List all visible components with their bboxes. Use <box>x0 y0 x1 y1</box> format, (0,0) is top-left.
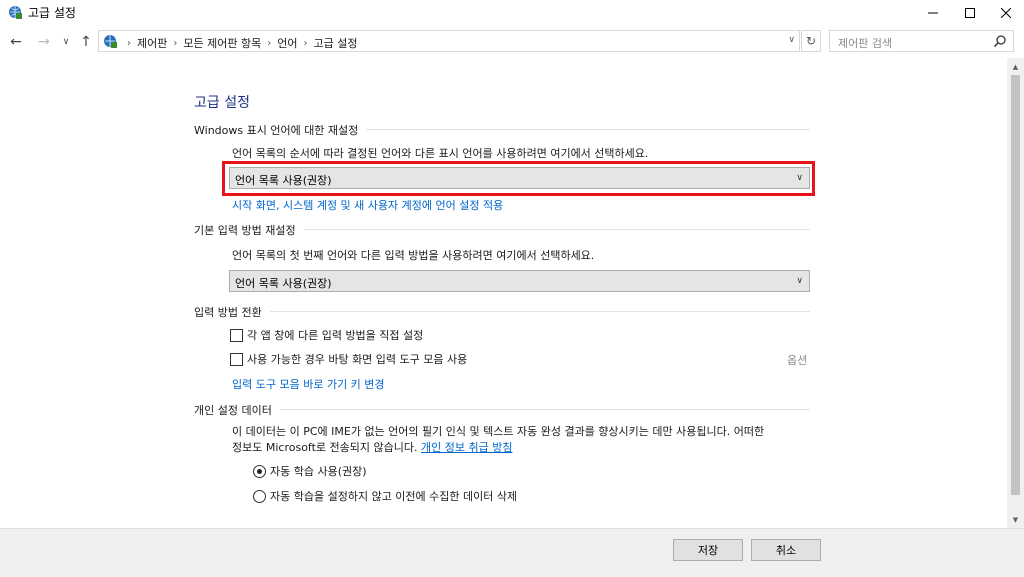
desktop-language-bar-label: 사용 가능한 경우 바탕 화면 입력 도구 모음 사용 <box>247 353 468 366</box>
scroll-thumb[interactable] <box>1011 75 1020 495</box>
up-button[interactable]: ↑ <box>76 32 96 52</box>
close-icon <box>1001 8 1011 18</box>
chevron-down-icon: ∨ <box>796 276 803 286</box>
title-bar: 고급 설정 <box>0 0 1024 26</box>
chevron-right-icon[interactable]: › <box>173 38 177 49</box>
section-personalization: 개인 설정 데이터 <box>194 402 810 418</box>
address-bar[interactable]: › 제어판 › 모든 제어판 항목 › 언어 › 고급 설정 ∨ <box>98 30 800 52</box>
breadcrumb-item-language[interactable]: 언어 <box>277 35 297 51</box>
chevron-right-icon: › <box>127 37 131 49</box>
no-learning-label: 자동 학습을 설정하지 않고 이전에 수집한 데이터 삭제 <box>270 490 518 503</box>
back-button[interactable]: ← <box>6 32 26 52</box>
search-icon[interactable] <box>993 34 1007 48</box>
chevron-right-icon[interactable]: › <box>303 38 307 49</box>
scroll-down-button[interactable]: ▼ <box>1007 511 1024 528</box>
caret-down-icon: ▼ <box>1012 515 1019 524</box>
chevron-right-icon[interactable]: › <box>267 38 271 49</box>
auto-learning-radio[interactable] <box>253 464 266 478</box>
back-icon: ← <box>10 34 22 50</box>
forward-button[interactable]: → <box>34 32 54 52</box>
page-title: 고급 설정 <box>194 95 250 111</box>
section-heading: 입력 방법 전환 <box>194 304 270 320</box>
search-placeholder: 제어판 검색 <box>838 37 893 50</box>
search-input[interactable]: 제어판 검색 <box>829 30 1014 52</box>
chevron-down-icon[interactable]: ∨ <box>788 35 795 45</box>
dropdown-value: 언어 목록 사용(권장) <box>235 174 332 187</box>
maximize-icon <box>965 8 975 18</box>
vertical-scrollbar[interactable]: ▲ ▼ <box>1007 58 1024 528</box>
section-heading: Windows 표시 언어에 대한 재설정 <box>194 122 367 138</box>
description-line: 정보도 Microsoft로 전송되지 않습니다. 개인 정보 취급 방침 <box>232 440 812 456</box>
description-text: 정보도 Microsoft로 전송되지 않습니다. <box>232 441 418 454</box>
forward-icon: → <box>38 34 50 50</box>
input-method-description: 언어 목록의 첫 번째 언어와 다른 입력 방법을 사용하려면 여기에서 선택하… <box>232 249 595 262</box>
per-app-input-checkbox-row[interactable]: 각 앱 창에 다른 입력 방법을 직접 설정 <box>230 327 423 343</box>
refresh-button[interactable]: ↻ <box>801 30 821 52</box>
description-line: 이 데이터는 이 PC에 IME가 없는 언어의 필기 인식 및 텍스트 자동 … <box>232 425 765 438</box>
personalization-description: 이 데이터는 이 PC에 IME가 없는 언어의 필기 인식 및 텍스트 자동 … <box>232 424 812 456</box>
save-button[interactable]: 저장 <box>673 539 743 561</box>
section-switching: 입력 방법 전환 <box>194 304 810 320</box>
recent-locations-button[interactable]: ∨ <box>56 32 76 52</box>
footer: 저장 취소 <box>0 528 1024 577</box>
divider <box>194 311 810 312</box>
section-heading: 개인 설정 데이터 <box>194 402 280 418</box>
auto-learning-label: 자동 학습 사용(권장) <box>270 465 367 478</box>
apply-language-settings-link[interactable]: 시작 화면, 시스템 계정 및 새 사용자 계정에 언어 설정 적용 <box>232 197 503 213</box>
refresh-icon: ↻ <box>805 34 817 48</box>
display-language-dropdown[interactable]: 언어 목록 사용(권장) ∨ <box>229 167 810 189</box>
dropdown-value: 언어 목록 사용(권장) <box>235 277 332 290</box>
desktop-language-bar-checkbox-row[interactable]: 사용 가능한 경우 바탕 화면 입력 도구 모음 사용 <box>230 351 467 367</box>
caret-up-icon: ▲ <box>1012 62 1019 71</box>
breadcrumb-item-all-items[interactable]: 모든 제어판 항목 <box>183 35 261 51</box>
no-learning-radio-row[interactable]: 자동 학습을 설정하지 않고 이전에 수집한 데이터 삭제 <box>253 488 517 504</box>
desktop-language-bar-checkbox[interactable] <box>230 352 243 366</box>
cancel-button[interactable]: 취소 <box>751 539 821 561</box>
close-button[interactable] <box>983 0 1024 26</box>
main-content: 고급 설정 Windows 표시 언어에 대한 재설정 언어 목록의 순서에 따… <box>0 58 1007 528</box>
per-app-input-label: 각 앱 창에 다른 입력 방법을 직접 설정 <box>247 329 424 342</box>
privacy-statement-link[interactable]: 개인 정보 취급 방침 <box>421 441 512 454</box>
control-panel-icon <box>9 6 22 19</box>
change-hotkeys-link[interactable]: 입력 도구 모음 바로 가기 키 변경 <box>232 376 385 392</box>
window-title: 고급 설정 <box>28 6 76 20</box>
minimize-icon <box>928 12 938 14</box>
no-learning-radio[interactable] <box>253 489 266 503</box>
chevron-down-icon: ∨ <box>796 173 803 183</box>
display-language-description: 언어 목록의 순서에 따라 결정된 언어와 다른 표시 언어를 사용하려면 여기… <box>232 147 649 160</box>
up-icon: ↑ <box>80 34 92 50</box>
section-heading: 기본 입력 방법 재설정 <box>194 222 304 238</box>
chevron-down-icon: ∨ <box>62 37 70 47</box>
navigation-bar: ← → ∨ ↑ › 제어판 › 모든 제어판 항목 › 언어 › 고급 설정 ∨… <box>0 26 1024 58</box>
per-app-input-checkbox[interactable] <box>230 328 243 342</box>
auto-learning-radio-row[interactable]: 자동 학습 사용(권장) <box>253 463 367 479</box>
section-display-language: Windows 표시 언어에 대한 재설정 <box>194 122 810 138</box>
input-method-dropdown[interactable]: 언어 목록 사용(권장) ∨ <box>229 270 810 292</box>
scroll-up-button[interactable]: ▲ <box>1007 58 1024 75</box>
control-panel-icon <box>104 35 117 48</box>
divider <box>194 409 810 410</box>
breadcrumb-item-control-panel[interactable]: 제어판 <box>137 35 167 51</box>
breadcrumb: › 제어판 › 모든 제어판 항목 › 언어 › 고급 설정 <box>121 35 357 51</box>
breadcrumb-item-advanced[interactable]: 고급 설정 <box>313 35 357 51</box>
options-link[interactable]: 옵션 <box>787 352 807 368</box>
section-input-method: 기본 입력 방법 재설정 <box>194 222 810 238</box>
